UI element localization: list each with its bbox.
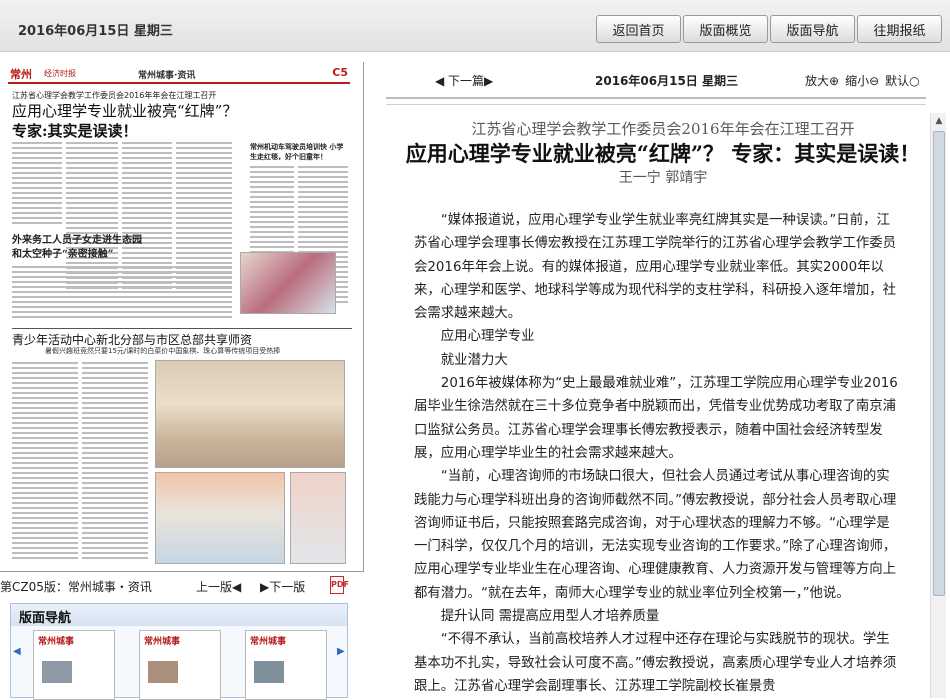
thumbnail-label: 常州城事 bbox=[144, 637, 181, 647]
text-column bbox=[12, 266, 232, 322]
photo-dance-class bbox=[155, 360, 345, 468]
article-pane[interactable]: 江苏省心理学会教学工作委员会2016年年会在江理工召开 应用心理学专业就业被亮“… bbox=[396, 113, 930, 698]
article-paragraph: 2016年被媒体称为“史上最最难就业难”，江苏理工学院应用心理学专业2016届毕… bbox=[414, 376, 898, 461]
paper-article-subtitle[interactable]: 专家:其实是误读！ bbox=[12, 120, 138, 141]
article-paragraph: 应用心理学专业 bbox=[440, 329, 535, 345]
photo-taekwondo bbox=[155, 472, 285, 564]
zoom-out-button[interactable]: 缩小⊖ bbox=[845, 72, 879, 89]
layout-navigation-panel: 版面导航 ◀ 常州城事 常州城事 常州城事 ▶ bbox=[10, 603, 348, 700]
scrollbar-thumb[interactable] bbox=[933, 131, 945, 596]
masthead-section: 常州城事·资讯 bbox=[138, 71, 196, 81]
article-paragraph: “当前，心理咨询师的市场缺口很大，但社会人员通过考试从事心理咨询的实践能力与心理… bbox=[414, 469, 897, 601]
thumbs-scroll-right-icon[interactable]: ▶ bbox=[337, 646, 345, 657]
newspaper-page[interactable]: 常州 经济时报 常州城事·资讯 C5 江苏省心理学会教学工作委员会2016年年会… bbox=[0, 62, 364, 572]
archive-button[interactable]: 往期报纸 bbox=[857, 15, 942, 43]
paper-side-headline[interactable]: 常州机动车驾驶员培训快 小学生走红毯，好个旧童年！ bbox=[250, 142, 345, 162]
divider bbox=[386, 97, 926, 99]
photo-ceremony bbox=[240, 252, 336, 314]
paper-article-title[interactable]: 应用心理学专业就业被亮“红牌”？ bbox=[12, 100, 237, 121]
photo-chess bbox=[290, 472, 346, 564]
paper-headline-youth-center[interactable]: 青少年活动中心新北分部与市区总部共享师资 bbox=[12, 328, 352, 348]
divider bbox=[386, 104, 926, 105]
overview-button[interactable]: 版面概览 bbox=[683, 15, 768, 43]
zoom-default-button[interactable]: 默认○ bbox=[885, 72, 919, 89]
article-paragraph: “媒体报道说，应用心理学专业学生就业率亮红牌其实是一种误读。”日前，江苏省心理学… bbox=[414, 213, 897, 322]
layout-nav-button[interactable]: 版面导航 bbox=[770, 15, 855, 43]
text-column bbox=[12, 362, 78, 562]
page-pager: 第CZ05版：常州城事・资讯 上一版◀ ▶下一版 PDF bbox=[0, 576, 364, 596]
scroll-up-icon[interactable]: ▲ bbox=[933, 115, 945, 127]
article-title: 应用心理学专业就业被亮“红牌”？ 专家：其实是误读！ bbox=[405, 141, 921, 166]
page-label: 第CZ05版：常州城事・资讯 bbox=[0, 580, 152, 594]
layout-navigation-title: 版面导航 bbox=[11, 604, 347, 626]
article-scrollbar[interactable]: ▲ bbox=[930, 113, 946, 698]
thumbnail-image bbox=[148, 661, 178, 683]
masthead-page-number: C5 bbox=[332, 66, 348, 79]
article-date: 2016年06月15日 星期三 bbox=[595, 74, 738, 88]
thumbnail-image bbox=[42, 661, 72, 683]
issue-date: 2016年06月15日 星期三 bbox=[18, 24, 173, 39]
zoom-in-button[interactable]: 放大⊕ bbox=[805, 72, 839, 89]
next-article-link[interactable]: ◀ 下一篇▶ bbox=[435, 72, 493, 89]
page-thumbnail[interactable]: 常州城事 bbox=[245, 630, 327, 700]
article-paragraph: 提升认同 需提高应用型人才培养质量 bbox=[440, 609, 660, 625]
masthead: 常州 经济时报 常州城事·资讯 C5 bbox=[8, 66, 350, 84]
zoom-controls: 放大⊕ 缩小⊖ 默认○ bbox=[805, 72, 920, 89]
paper-headline-youth-center-sub: 暑假兴趣班竞然只要15元/课时的白菜价中国象棋、珠心算等传统项目受热捧 bbox=[45, 347, 281, 355]
home-button[interactable]: 返回首页 bbox=[596, 15, 681, 43]
top-nav: 返回首页 版面概览 版面导航 往期报纸 bbox=[596, 15, 942, 43]
article-nav-bar: ◀ 下一篇▶ 2016年06月15日 星期三 放大⊕ 缩小⊖ 默认○ bbox=[380, 70, 950, 92]
masthead-subtitle: 经济时报 bbox=[44, 69, 76, 78]
thumbnail-image bbox=[254, 661, 284, 683]
text-column bbox=[12, 142, 62, 227]
article-kicker: 江苏省心理学会教学工作委员会2016年年会在江理工召开 bbox=[471, 120, 855, 138]
article-paragraph: “不得不承认，当前高校培养人才过程中还存在理论与实践脱节的现状。学生基本功不扎实… bbox=[414, 632, 897, 694]
paper-headline-ecology[interactable]: 外来务工人员子女走进生态园 和太空种子“亲密接触” bbox=[12, 234, 142, 262]
thumbnail-label: 常州城事 bbox=[250, 637, 287, 647]
article-body: “媒体报道说，应用心理学专业学生就业率亮红牌其实是一种误读。”日前，江苏省心理学… bbox=[396, 209, 930, 698]
page-thumbnail[interactable]: 常州城事 bbox=[33, 630, 115, 700]
page-thumbnail[interactable]: 常州城事 bbox=[139, 630, 221, 700]
masthead-logo: 常州 bbox=[10, 68, 32, 81]
article-paragraph: 就业潜力大 bbox=[440, 352, 508, 368]
next-page-link[interactable]: ▶下一版 bbox=[260, 578, 305, 595]
top-bar: 2016年06月15日 星期三 返回首页 版面概览 版面导航 往期报纸 bbox=[0, 0, 950, 52]
pdf-icon[interactable]: PDF bbox=[330, 576, 349, 594]
article-author: 王一宁 郭靖宇 bbox=[618, 170, 708, 186]
text-column bbox=[82, 362, 148, 562]
thumbs-scroll-left-icon[interactable]: ◀ bbox=[13, 646, 21, 657]
thumbnail-label: 常州城事 bbox=[38, 637, 75, 647]
previous-page-link[interactable]: 上一版◀ bbox=[196, 578, 241, 595]
